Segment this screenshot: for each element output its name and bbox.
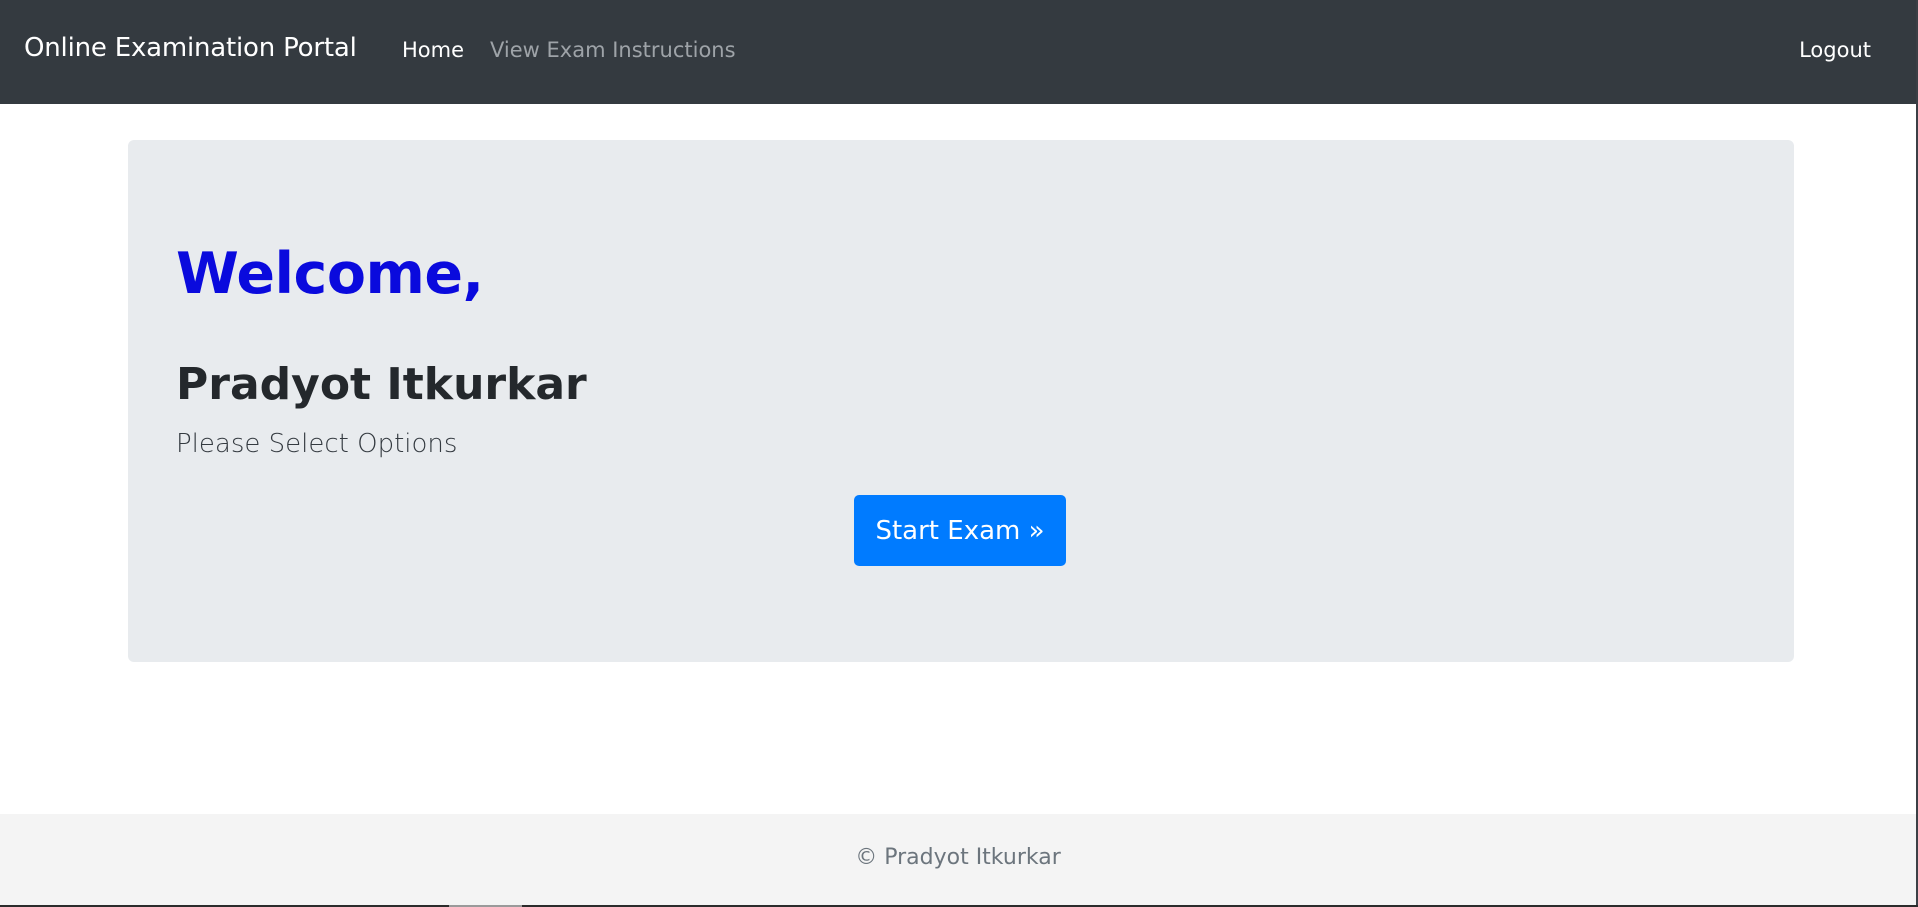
start-exam-button[interactable]: Start Exam » xyxy=(854,495,1066,566)
top-navbar: Online Examination Portal Home View Exam… xyxy=(0,0,1916,104)
page-footer: © Pradyot Itkurkar xyxy=(0,814,1916,907)
brand-link[interactable]: Online Examination Portal xyxy=(24,33,357,63)
footer-copyright: © Pradyot Itkurkar xyxy=(855,845,1061,870)
select-options-text: Please Select Options xyxy=(176,429,458,459)
logout-link[interactable]: Logout xyxy=(1799,38,1871,62)
nav-link-view-exam-instructions[interactable]: View Exam Instructions xyxy=(490,38,736,62)
nav-link-home[interactable]: Home xyxy=(402,38,464,62)
user-name-heading: Pradyot Itkurkar xyxy=(176,359,587,410)
welcome-heading: Welcome, xyxy=(176,241,484,307)
welcome-jumbotron: Welcome, Pradyot Itkurkar Please Select … xyxy=(128,140,1794,662)
page: Online Examination Portal Home View Exam… xyxy=(0,0,1918,907)
